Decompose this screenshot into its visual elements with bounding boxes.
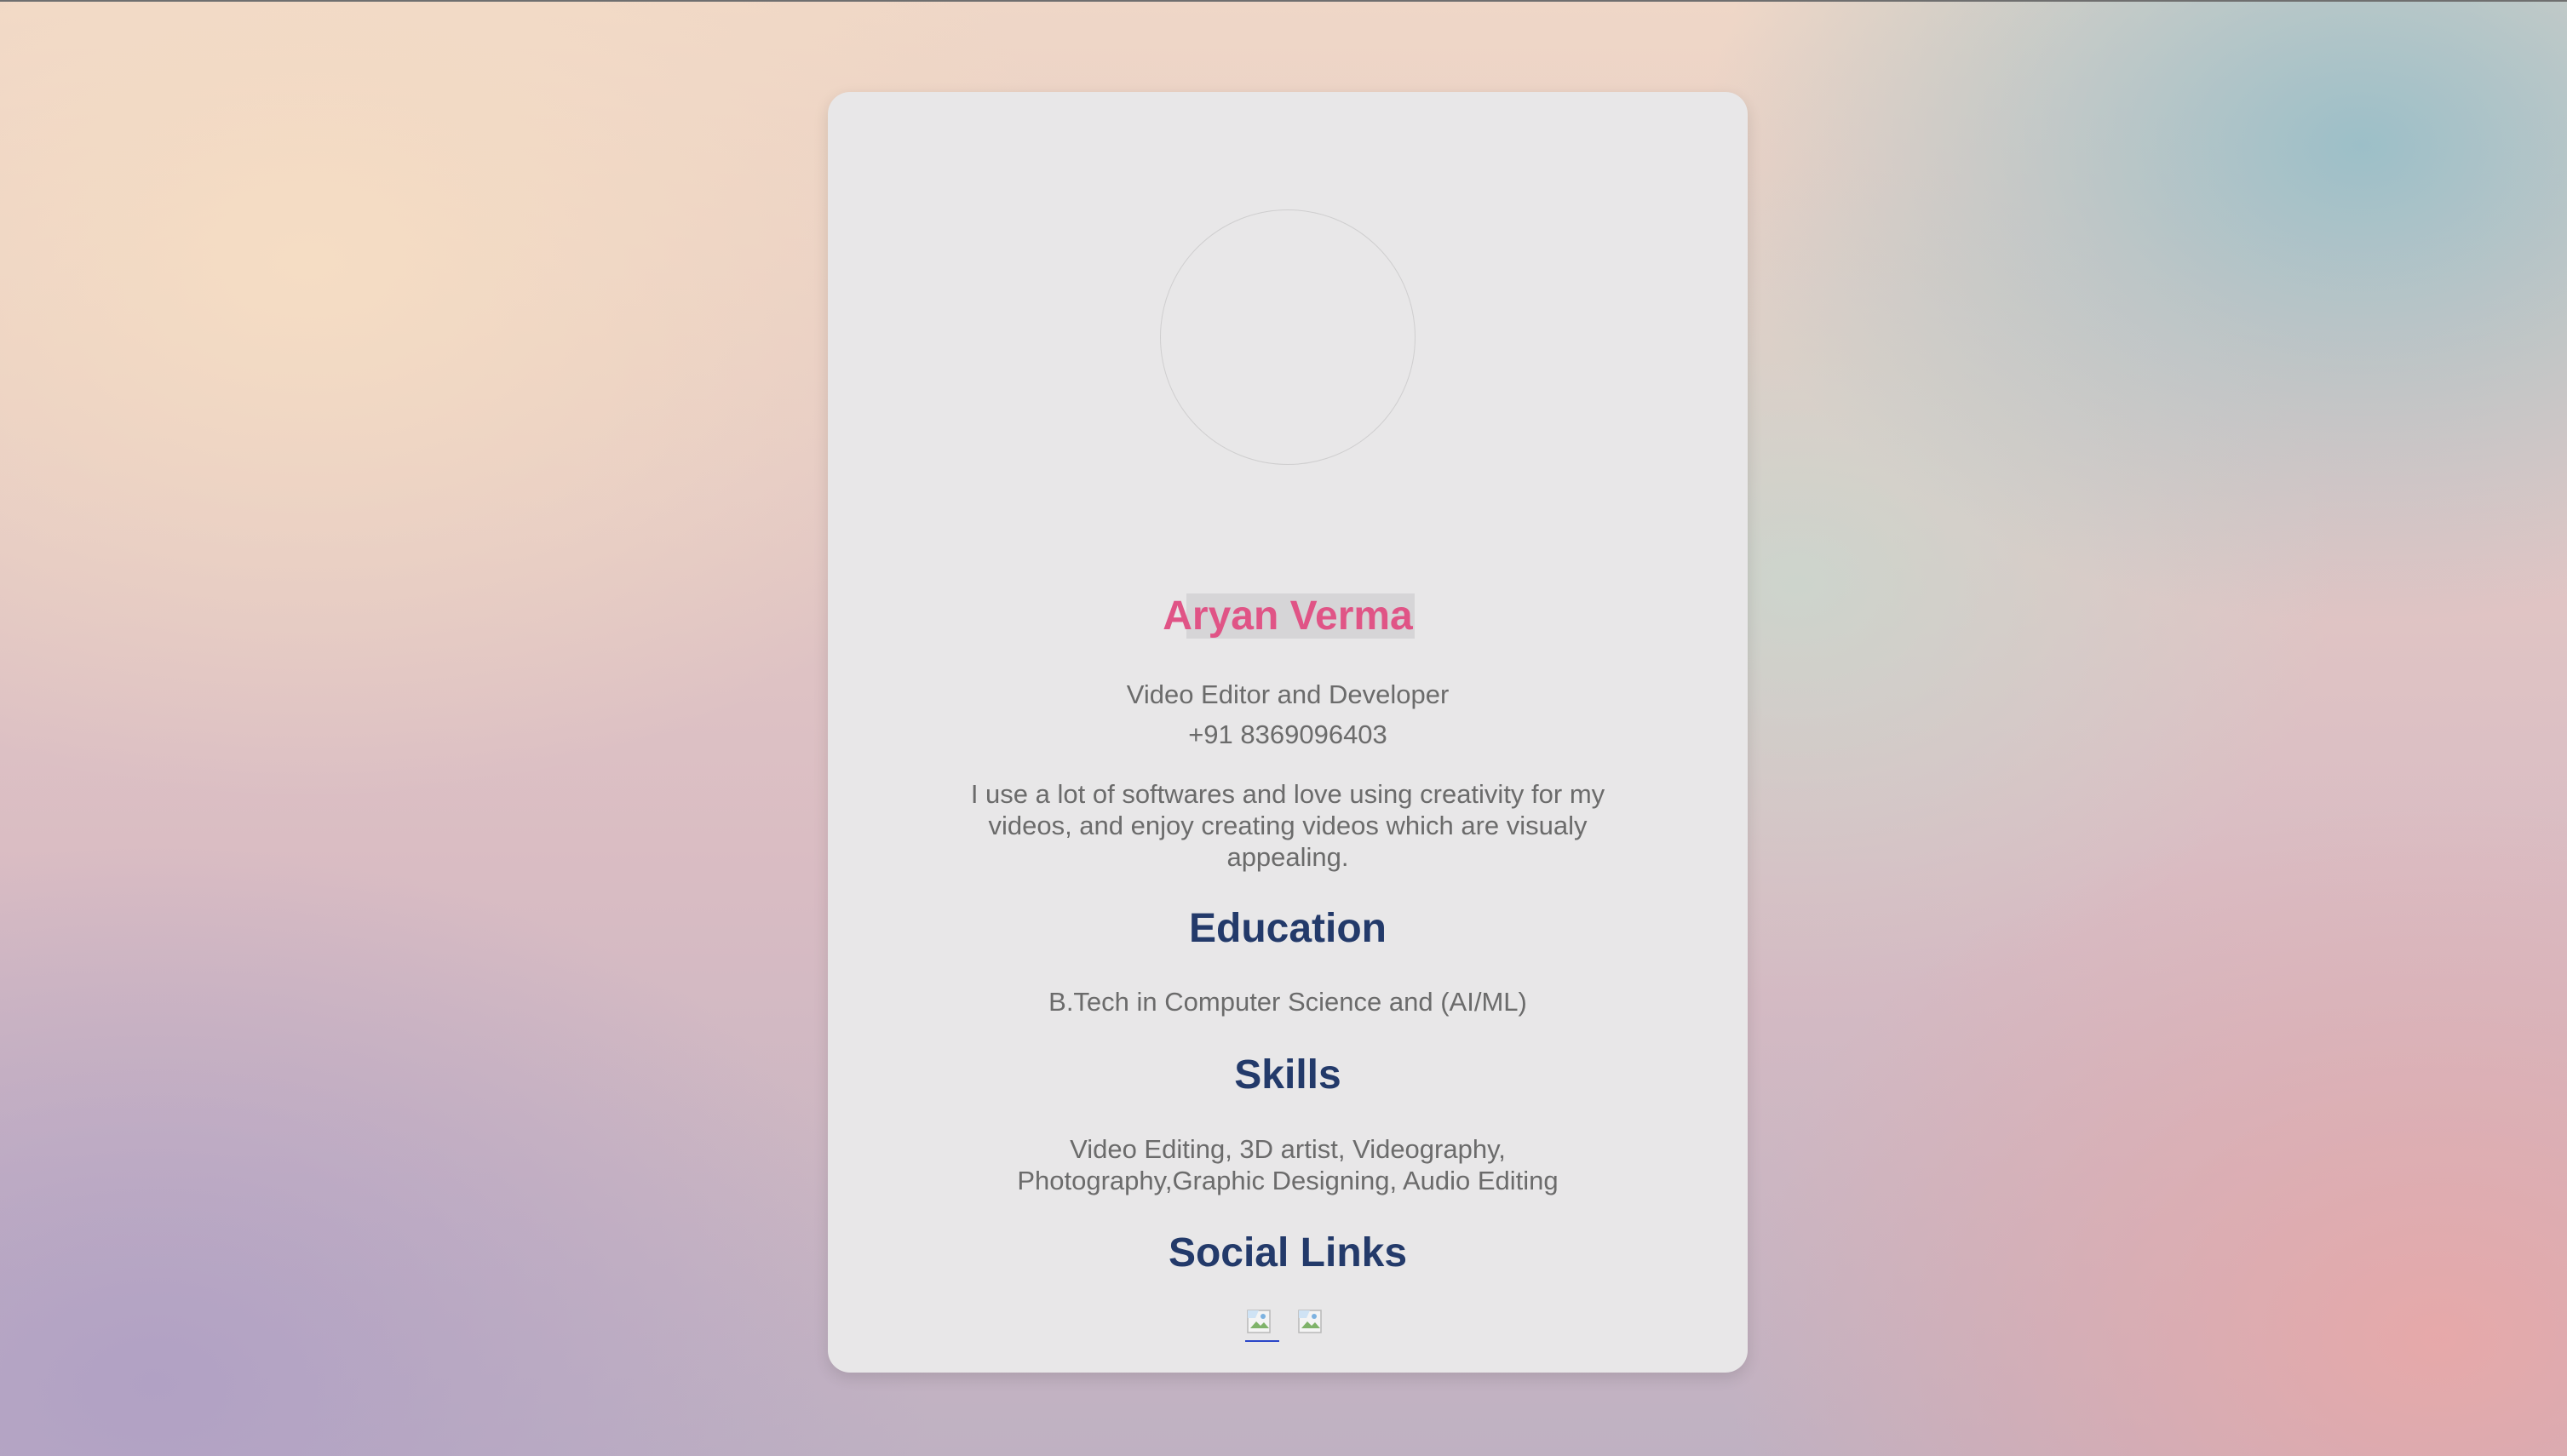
- social-link-2[interactable]: [1296, 1310, 1330, 1340]
- profile-name: Aryan Verma: [828, 593, 1748, 640]
- profile-avatar: [1160, 209, 1416, 465]
- skills-heading: Skills: [1234, 1052, 1341, 1098]
- social-links: [828, 1310, 1748, 1344]
- profile-name-text: Aryan Verma: [1161, 593, 1415, 639]
- skills-text: Video Editing, 3D artist, Videography, P…: [1017, 1134, 1559, 1195]
- profile-card: Aryan Verma Video Editor and Developer +…: [828, 92, 1748, 1373]
- social-links-heading: Social Links: [1168, 1230, 1408, 1275]
- education-heading: Education: [1188, 906, 1387, 951]
- profile-role: Video Editor and Developer: [1126, 679, 1450, 709]
- broken-image-icon: [1298, 1310, 1322, 1333]
- broken-image-icon: [1247, 1310, 1271, 1333]
- education-text: B.Tech in Computer Science and (AI/ML): [1048, 987, 1527, 1017]
- profile-bio: I use a lot of softwares and love using …: [970, 779, 1605, 872]
- top-border-line: [0, 0, 2567, 2]
- profile-phone: +91 8369096403: [1188, 719, 1387, 749]
- social-link-1[interactable]: [1245, 1310, 1279, 1342]
